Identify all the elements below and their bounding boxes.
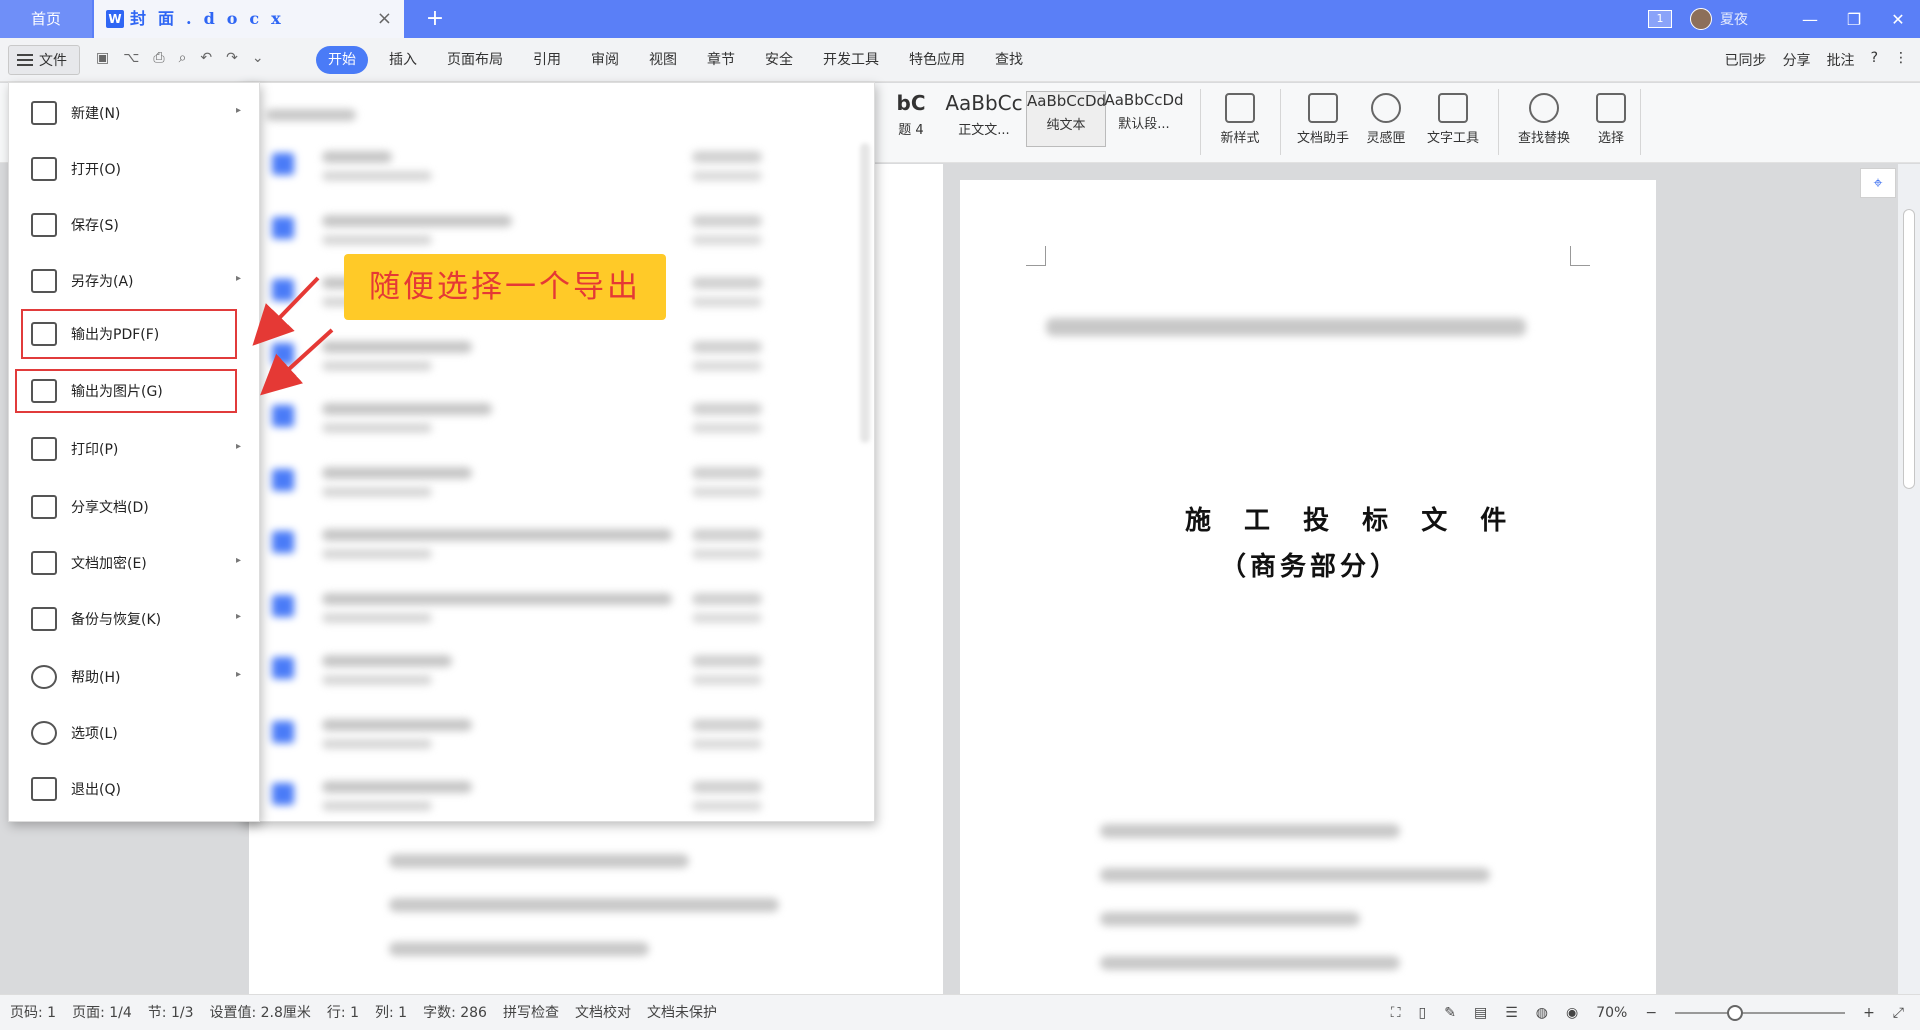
zoom-out-icon[interactable]: − (1645, 1005, 1657, 1021)
eye-protection-icon[interactable]: ◉ (1566, 1005, 1578, 1021)
fullscreen-icon[interactable]: ⛶ (1391, 1005, 1401, 1021)
zoom-in-icon[interactable]: + (1863, 1005, 1875, 1021)
zoom-slider[interactable] (1675, 1005, 1846, 1021)
proofread-button[interactable]: 文档校对 (575, 995, 631, 1030)
status-line[interactable]: 行: 1 (327, 995, 359, 1030)
zoom-level[interactable]: 70% (1596, 1005, 1627, 1021)
edit-icon[interactable]: ✎ (1444, 1005, 1456, 1021)
spell-check-button[interactable]: 拼写检查 (503, 995, 559, 1030)
reading-mode-icon[interactable]: ▯ (1419, 1005, 1427, 1021)
arrow-to-image (260, 328, 334, 396)
status-page-number[interactable]: 页码: 1 (10, 995, 56, 1030)
outline-view-icon[interactable]: ☰ (1505, 1005, 1518, 1021)
zoom-slider-knob[interactable] (1727, 1005, 1744, 1021)
status-right: ⛶ ▯ ✎ ▤ ☰ ◍ ◉ 70% − + ⤢ (1391, 995, 1904, 1030)
status-word-count[interactable]: 字数: 286 (423, 995, 487, 1030)
status-pages[interactable]: 页面: 1/4 (72, 995, 132, 1030)
status-section[interactable]: 节: 1/3 (148, 995, 194, 1030)
status-bar: 页码: 1 页面: 1/4 节: 1/3 设置值: 2.8厘米 行: 1 列: … (0, 994, 1920, 1030)
fit-page-icon[interactable]: ⤢ (1893, 1005, 1904, 1021)
web-view-icon[interactable]: ◍ (1536, 1005, 1548, 1021)
status-column[interactable]: 列: 1 (375, 995, 407, 1030)
status-setting[interactable]: 设置值: 2.8厘米 (209, 995, 310, 1030)
protection-status[interactable]: 文档未保护 (647, 995, 717, 1030)
arrow-to-pdf (252, 276, 320, 346)
annotation-arrows (252, 276, 334, 396)
page-view-icon[interactable]: ▤ (1474, 1005, 1487, 1021)
status-left: 页码: 1 页面: 1/4 节: 1/3 设置值: 2.8厘米 行: 1 列: … (10, 995, 717, 1030)
